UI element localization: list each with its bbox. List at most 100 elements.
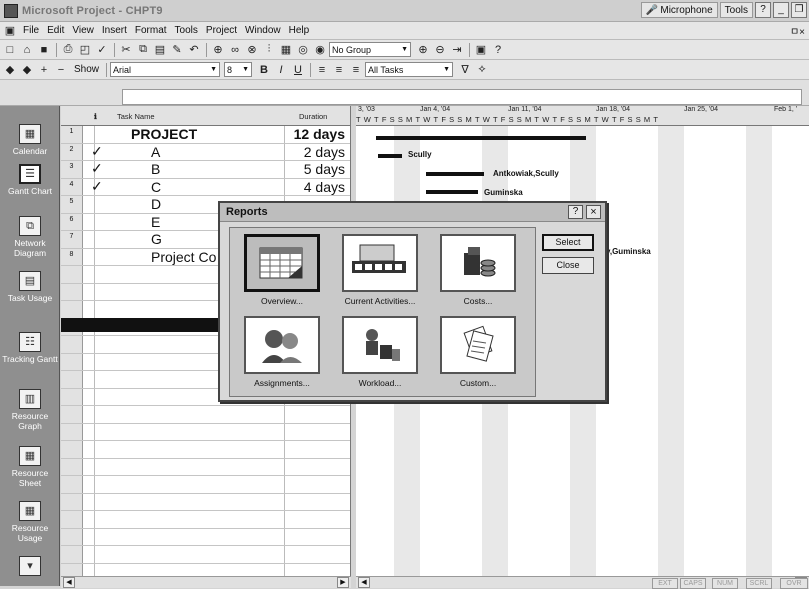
open-icon[interactable]: ⌂ [19, 42, 35, 58]
autofilter-icon[interactable]: ∇ [457, 62, 473, 78]
table-row[interactable]: 4 ✓ C 4 days [61, 178, 350, 196]
help-icon[interactable]: ? [568, 205, 583, 219]
scroll-left-icon[interactable]: ◀ [358, 577, 370, 588]
copy-icon[interactable]: ⧉ [135, 42, 151, 58]
menu-file[interactable]: File [19, 25, 43, 36]
show-button[interactable]: Show [70, 64, 103, 75]
menu-window[interactable]: Window [241, 25, 285, 36]
row-number[interactable] [61, 511, 83, 528]
cut-icon[interactable]: ✂ [118, 42, 134, 58]
zoom-out-icon[interactable]: ⊖ [432, 42, 448, 58]
print-preview-icon[interactable]: ◰ [77, 42, 93, 58]
row-number[interactable] [61, 283, 83, 300]
outdent-icon[interactable]: + [36, 62, 52, 78]
task-bar-c[interactable] [426, 190, 478, 194]
italic-icon[interactable]: I [273, 62, 289, 78]
row-number[interactable] [61, 301, 83, 318]
duration-cell[interactable]: 4 days [279, 179, 345, 196]
font-select[interactable]: Arial ▼ [110, 62, 221, 77]
table-row[interactable] [61, 458, 350, 476]
report-current-activities[interactable]: Current Activities... [334, 234, 426, 306]
align-left-icon[interactable]: ≡ [314, 62, 330, 78]
restore-icon[interactable]: ❐ [791, 2, 807, 18]
spelling-icon[interactable]: ✓ [94, 42, 110, 58]
help-icon[interactable]: ? [755, 2, 771, 18]
table-row[interactable] [61, 493, 350, 511]
row-number[interactable]: 6 [61, 213, 83, 230]
duration-cell[interactable]: 2 days [279, 144, 345, 161]
row-number[interactable]: 2 [61, 143, 83, 160]
report-custom[interactable]: Custom... [432, 316, 524, 388]
save-icon[interactable]: ■ [36, 42, 52, 58]
row-number[interactable]: 8 [61, 248, 83, 265]
goto-task-icon[interactable]: ⇥ [449, 42, 465, 58]
view-resource-graph[interactable]: ▥ Resource Graph [0, 389, 60, 431]
menu-format[interactable]: Format [131, 25, 171, 36]
menu-tools[interactable]: Tools [171, 25, 202, 36]
close-button[interactable]: Close [542, 257, 594, 274]
table-row[interactable] [61, 528, 350, 546]
scroll-right-icon[interactable]: ▶ [337, 577, 349, 588]
grid-horizontal-scrollbar[interactable]: ◀ ▶ [61, 576, 351, 588]
row-number[interactable] [61, 353, 83, 370]
new-icon[interactable]: □ [2, 42, 18, 58]
report-assignments[interactable]: Assignments... [236, 316, 328, 388]
align-center-icon[interactable]: ≡ [331, 62, 347, 78]
duration-cell[interactable]: 12 days [279, 126, 345, 143]
report-costs[interactable]: Costs... [432, 234, 524, 306]
row-number[interactable] [61, 441, 83, 458]
row-number[interactable] [61, 388, 83, 405]
print-icon[interactable]: ⎙ [60, 42, 76, 58]
report-overview[interactable]: Overview... [236, 234, 328, 306]
gantt-horizontal-scrollbar[interactable]: ◀ ▶ [356, 576, 809, 588]
paste-icon[interactable]: ▤ [152, 42, 168, 58]
view-calendar[interactable]: ▦ Calendar [0, 124, 60, 156]
task-name-cell[interactable]: PROJECT [131, 126, 291, 143]
duration-header[interactable]: Duration [299, 112, 327, 121]
row-number[interactable]: 7 [61, 231, 83, 248]
row-number[interactable] [61, 406, 83, 423]
table-row[interactable]: 2 ✓ A 2 days [61, 143, 350, 161]
indicators-header[interactable]: ℹ [94, 112, 97, 121]
view-more[interactable]: ▾ [0, 556, 60, 578]
arrow-right-icon[interactable]: ◆ [19, 62, 35, 78]
task-name-header[interactable]: Task Name [117, 112, 155, 121]
group-select[interactable]: No Group ▼ [329, 42, 411, 57]
table-row[interactable] [61, 423, 350, 441]
row-number[interactable] [61, 423, 83, 440]
row-number[interactable] [61, 476, 83, 493]
row-number[interactable] [61, 266, 83, 283]
bold-icon[interactable]: B [256, 62, 272, 78]
document-close-icon[interactable]: ㅁ× [790, 23, 809, 38]
scroll-left-icon[interactable]: ◀ [63, 577, 75, 588]
microphone-button[interactable]: 🎤 Microphone [640, 2, 718, 18]
table-row[interactable]: 1 PROJECT 12 days [61, 126, 350, 144]
table-row[interactable] [61, 563, 350, 576]
row-number[interactable] [61, 563, 83, 576]
link-tasks-icon[interactable]: ∞ [227, 42, 243, 58]
arrow-left-icon[interactable]: ◆ [2, 62, 18, 78]
filter-select[interactable]: All Tasks ▼ [365, 62, 454, 77]
hyperlink-icon[interactable]: ⊕ [210, 42, 226, 58]
tools-button[interactable]: Tools [719, 2, 753, 18]
view-gantt-chart[interactable]: ☰ Gantt Chart [0, 164, 60, 196]
table-row[interactable]: 3 ✓ B 5 days [61, 160, 350, 179]
table-row[interactable] [61, 476, 350, 494]
row-number[interactable] [61, 546, 83, 563]
menu-edit[interactable]: Edit [43, 25, 68, 36]
gantt-wizard-icon[interactable]: ⟡ [474, 62, 490, 78]
task-bar-a[interactable] [378, 154, 402, 158]
row-number[interactable]: 1 [61, 126, 83, 143]
table-row[interactable] [61, 441, 350, 459]
duration-cell[interactable]: 5 days [279, 161, 345, 178]
align-right-icon[interactable]: ≡ [348, 62, 364, 78]
format-painter-icon[interactable]: ✎ [169, 42, 185, 58]
task-notes-icon[interactable]: ◎ [295, 42, 311, 58]
entry-field[interactable] [122, 89, 802, 105]
view-task-usage[interactable]: ▤ Task Usage [0, 271, 60, 303]
undo-icon[interactable]: ↶ [186, 42, 202, 58]
summary-bar[interactable] [376, 136, 586, 140]
select-button[interactable]: Select [542, 234, 594, 251]
copy-picture-icon[interactable]: ▣ [473, 42, 489, 58]
menu-view[interactable]: View [68, 25, 98, 36]
